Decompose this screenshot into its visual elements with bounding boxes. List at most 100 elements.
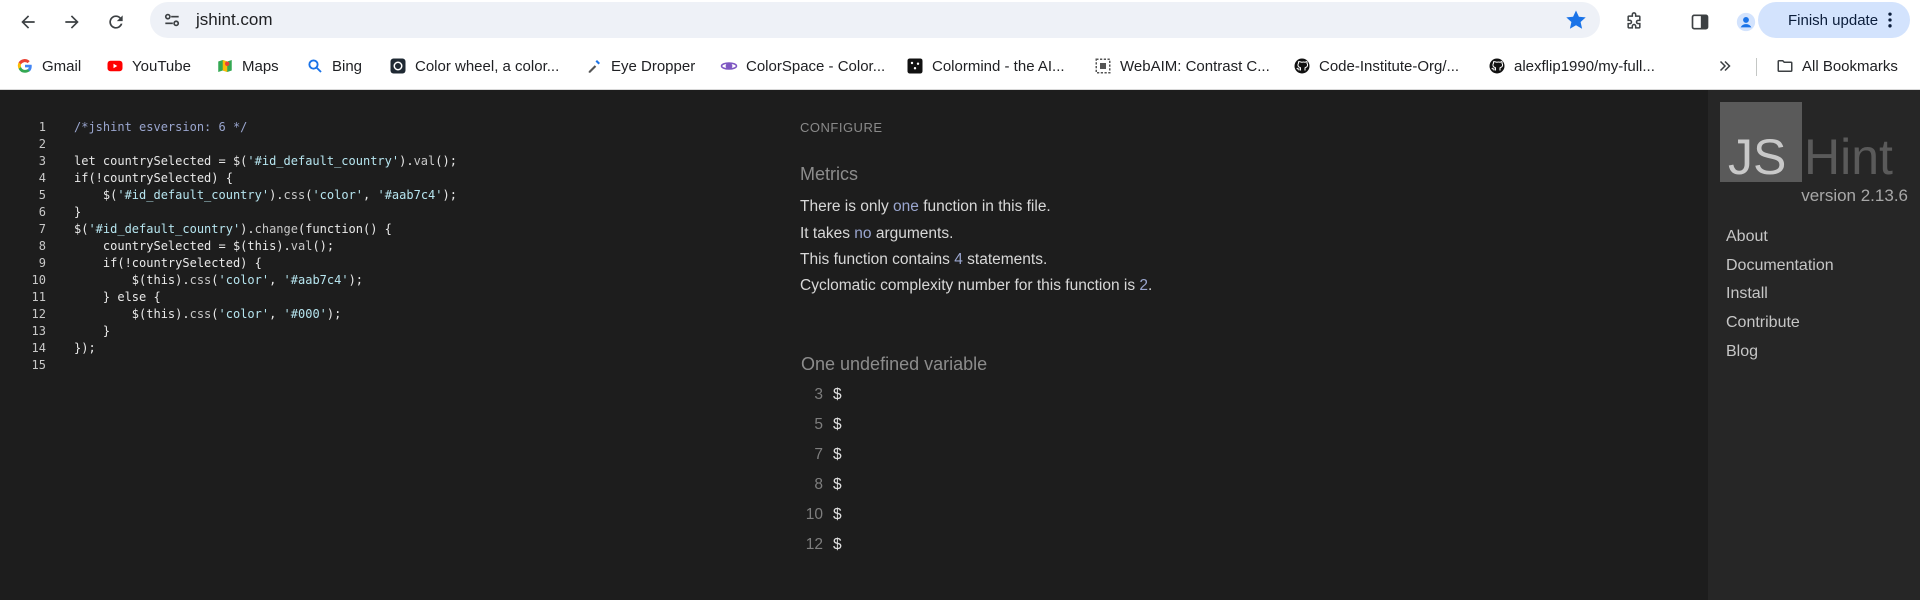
- code-line: 8 countrySelected = $(this).val();: [0, 238, 334, 255]
- bookmark-bing[interactable]: Bing: [306, 54, 362, 78]
- undefined-variable-row[interactable]: 5 $: [801, 416, 841, 436]
- code-line: 9 if(!countrySelected) {: [0, 255, 262, 272]
- undefined-variable-row[interactable]: 7 $: [801, 446, 841, 466]
- logo-hint-text: Hint: [1804, 129, 1893, 182]
- eye-dropper-icon: [585, 57, 603, 75]
- line-number: 12: [31, 307, 46, 321]
- metric-value: one: [893, 198, 919, 215]
- metric-text: statements.: [962, 251, 1048, 268]
- bookmark-youtube[interactable]: YouTube: [106, 54, 191, 78]
- undefined-line-number: 7: [814, 446, 823, 463]
- line-number: 7: [38, 222, 46, 236]
- jshint-logo[interactable]: JS Hint: [1720, 102, 1920, 182]
- extensions-button[interactable]: [1616, 4, 1652, 40]
- webaim-icon: [1094, 57, 1112, 75]
- bookmarks-bar: Gmail YouTube Maps Bing Color wheel, a c…: [0, 44, 1920, 90]
- finish-update-button[interactable]: Finish update: [1758, 2, 1910, 38]
- metric-statements: This function contains 4 statements.: [800, 251, 1047, 269]
- undefined-line-number: 5: [814, 416, 823, 433]
- bookmark-code-institute[interactable]: Code-Institute-Org/...: [1293, 54, 1459, 78]
- github-icon: [1293, 57, 1311, 75]
- metric-text: function in this file.: [918, 198, 1051, 215]
- line-number: 13: [31, 324, 46, 338]
- bookmark-label: ColorSpace - Color...: [746, 57, 886, 75]
- reload-button[interactable]: [98, 4, 134, 40]
- bookmark-label: Gmail: [42, 57, 82, 75]
- nav-blog[interactable]: Blog: [1726, 343, 1758, 361]
- side-panel-icon: [1691, 14, 1709, 30]
- code-text: });: [74, 341, 96, 355]
- undefined-variable-name: $: [833, 476, 842, 493]
- address-bar[interactable]: jshint.com: [150, 2, 1600, 38]
- nav-contribute[interactable]: Contribute: [1726, 314, 1800, 332]
- code-text: if(!countrySelected) {: [74, 256, 262, 270]
- bookmark-label: alexflip1990/my-full...: [1514, 57, 1655, 75]
- more-bookmarks-button[interactable]: [1716, 54, 1742, 78]
- configure-link[interactable]: CONFIGURE: [800, 120, 883, 135]
- undefined-variable-row[interactable]: 10 $: [801, 506, 842, 526]
- bookmark-colorspace[interactable]: ColorSpace - Color...: [720, 54, 885, 78]
- code-text: if(!countrySelected) {: [74, 171, 233, 185]
- code-line: 1 /*jshint esversion: 6 */: [0, 119, 248, 136]
- logo-js-text: JS: [1728, 129, 1786, 182]
- site-settings-icon[interactable]: [162, 10, 182, 30]
- undefined-variable-row[interactable]: 3 $: [801, 386, 841, 406]
- undefined-variables-title: One undefined variable: [801, 354, 988, 374]
- github-icon: [1488, 57, 1506, 75]
- bookmark-label: Code-Institute-Org/...: [1319, 57, 1460, 75]
- side-panel-button[interactable]: [1682, 4, 1718, 40]
- code-method: css: [283, 188, 306, 202]
- undefined-variable-name: $: [833, 446, 842, 463]
- line-number: 5: [38, 188, 46, 202]
- code-line: 7 $('#id_default_country').change(functio…: [0, 221, 392, 238]
- sidebar: JS Hint version 2.13.6 About Documentati…: [1708, 90, 1920, 600]
- undefined-variable-name: $: [833, 386, 842, 403]
- code-string: '#000': [283, 307, 327, 321]
- bookmark-eye-dropper[interactable]: Eye Dropper: [585, 54, 695, 78]
- metric-text: arguments.: [871, 225, 954, 242]
- code-text: ();: [435, 154, 457, 168]
- bookmark-color-wheel[interactable]: Color wheel, a color...: [389, 54, 559, 78]
- code-line: 15: [0, 357, 46, 374]
- line-number: 8: [38, 239, 46, 253]
- undefined-variable-row[interactable]: 12 $: [801, 536, 842, 556]
- metric-functions: There is only one function in this file.: [800, 198, 1051, 216]
- forward-button[interactable]: [54, 4, 90, 40]
- undefined-variable-row[interactable]: 8 $: [801, 476, 841, 496]
- colormind-icon: [906, 57, 924, 75]
- metric-text: .: [1148, 277, 1153, 294]
- code-text: ,: [363, 188, 378, 202]
- nav-documentation[interactable]: Documentation: [1726, 257, 1834, 275]
- url-text[interactable]: jshint.com: [196, 10, 273, 30]
- metric-value: 2: [1139, 277, 1149, 294]
- back-button[interactable]: [10, 4, 46, 40]
- undefined-variable-name: $: [833, 416, 842, 433]
- undefined-variable-name: $: [833, 536, 842, 553]
- bookmark-alexflip[interactable]: alexflip1990/my-full...: [1488, 54, 1655, 78]
- metric-complexity: Cyclomatic complexity number for this fu…: [800, 277, 1152, 295]
- bookmark-star-icon[interactable]: [1564, 8, 1588, 32]
- code-line: 13 }: [0, 323, 111, 340]
- nav-about[interactable]: About: [1726, 228, 1768, 246]
- color-wheel-icon: [389, 57, 407, 75]
- bookmark-webaim[interactable]: WebAIM: Contrast C...: [1094, 54, 1270, 78]
- bookmark-gmail[interactable]: Gmail: [16, 54, 81, 78]
- line-number: 15: [31, 358, 46, 372]
- arrow-right-icon: [65, 15, 79, 29]
- bookmark-colormind[interactable]: Colormind - the AI...: [906, 54, 1065, 78]
- code-text: $(this).: [74, 273, 190, 287]
- all-bookmarks-button[interactable]: All Bookmarks: [1776, 54, 1898, 78]
- version-label: version 2.13.6: [1801, 186, 1908, 205]
- metric-text: Cyclomatic complexity number for this fu…: [800, 277, 1140, 294]
- nav-install[interactable]: Install: [1726, 285, 1768, 303]
- report-panel: CONFIGURE Metrics There is only one func…: [790, 90, 1708, 600]
- bookmark-label: Eye Dropper: [611, 57, 696, 75]
- code-text: ();: [312, 239, 335, 253]
- line-number: 6: [38, 205, 46, 219]
- bookmark-maps[interactable]: Maps: [216, 54, 279, 78]
- code-method: css: [189, 307, 212, 321]
- browser-toolbar: jshint.com Finish update: [0, 0, 1920, 44]
- code-text: ).: [269, 188, 284, 202]
- code-editor[interactable]: 1 /*jshint esversion: 6 */ 2 3 let country…: [0, 90, 790, 600]
- bookmark-label: Color wheel, a color...: [415, 57, 560, 75]
